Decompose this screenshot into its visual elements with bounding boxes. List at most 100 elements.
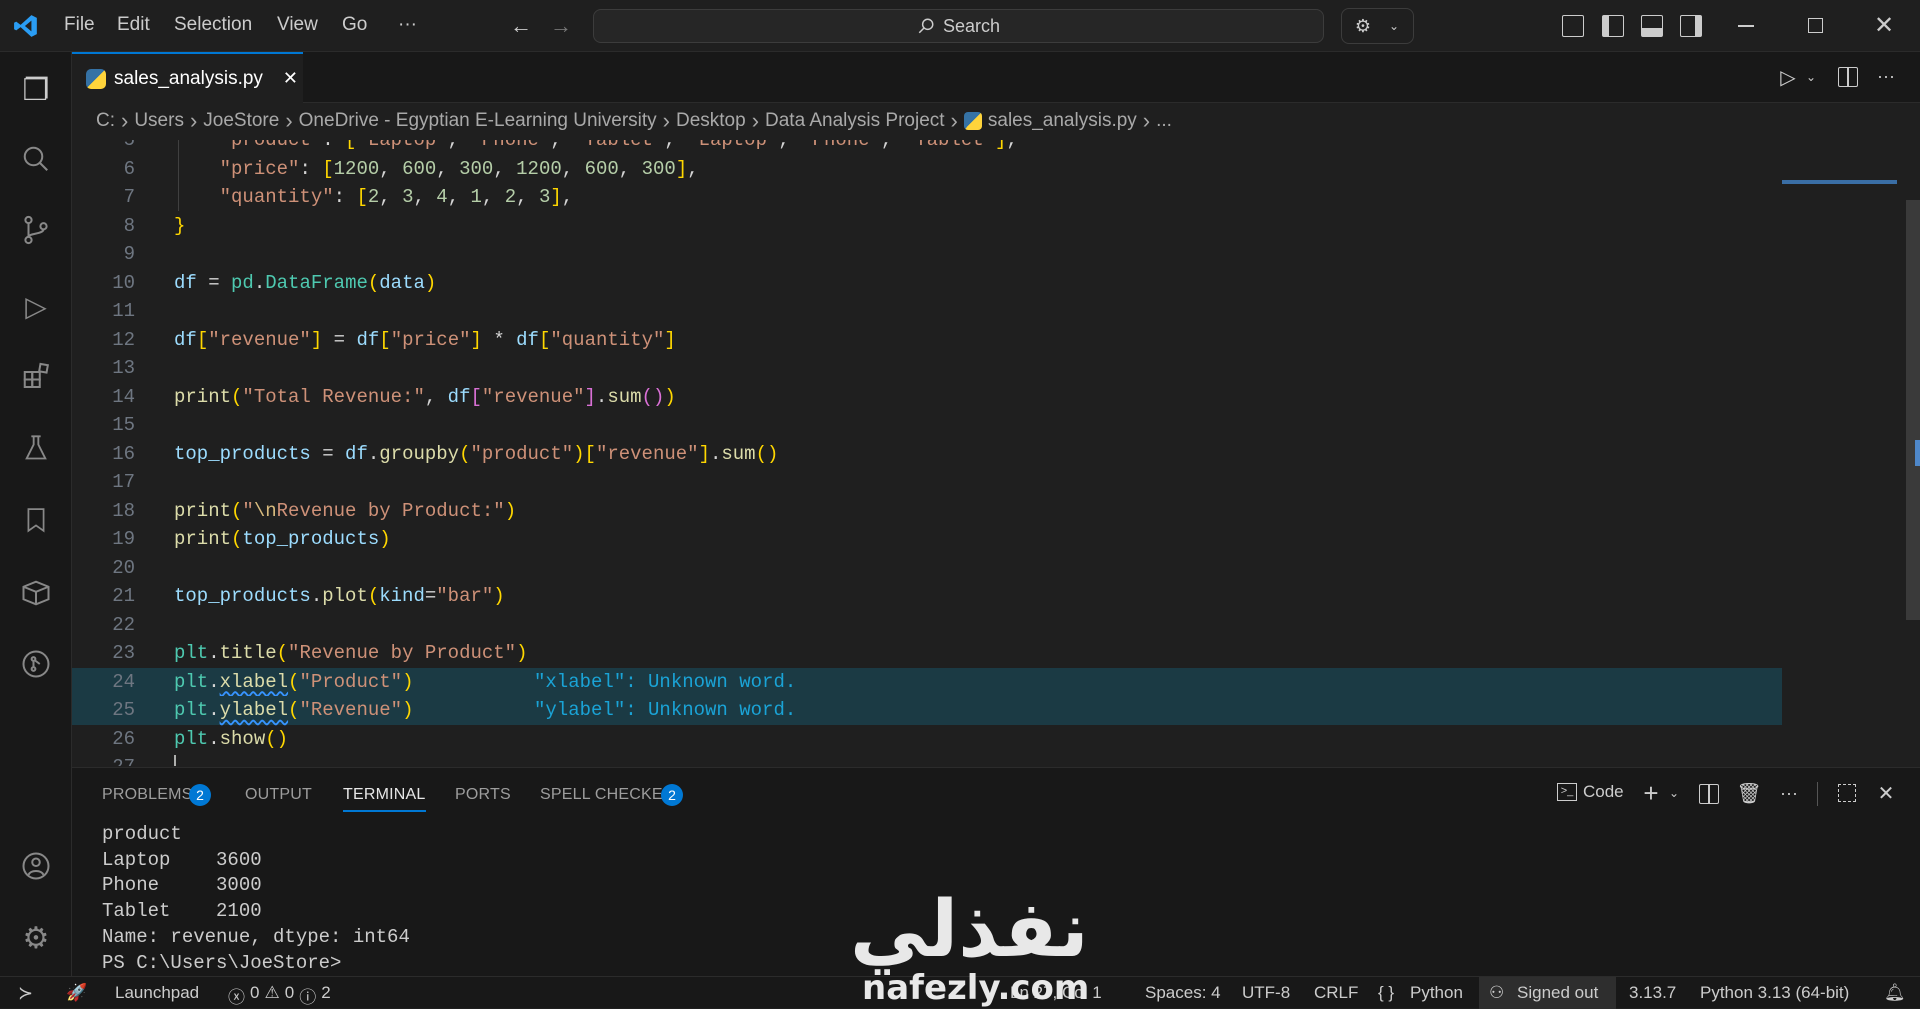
- editor-scrollbar[interactable]: [1906, 200, 1920, 620]
- chevron-right-icon: ›: [1142, 108, 1151, 133]
- language-mode[interactable]: Python: [1410, 983, 1463, 1003]
- code-line[interactable]: 8}: [72, 212, 1782, 241]
- code-line[interactable]: 10 df = pd.DataFrame(data): [72, 269, 1782, 298]
- source-control-icon[interactable]: [18, 212, 54, 248]
- customize-layout-icon[interactable]: [1562, 15, 1584, 37]
- code-token: ": [242, 499, 254, 522]
- problems-status[interactable]: ⓧ 0 ⚠ 0 ⓘ 2: [228, 983, 331, 1008]
- maximize-panel-icon[interactable]: [1838, 784, 1856, 802]
- code-line[interactable]: 18 print("\nRevenue by Product:"): [72, 497, 1782, 526]
- code-line[interactable]: 5 "product": ["Laptop", "Phone", "Tablet…: [72, 140, 1782, 155]
- kill-terminal-trash-icon[interactable]: 🗑: [1736, 780, 1761, 806]
- toggle-panel-icon[interactable]: [1641, 15, 1663, 37]
- notifications-bell-icon[interactable]: 🔔︎: [1884, 983, 1906, 1003]
- close-tab-icon[interactable]: ✕: [283, 68, 298, 89]
- breadcrumb-item[interactable]: sales_analysis.py: [988, 110, 1137, 132]
- search-icon[interactable]: [18, 141, 54, 177]
- code-line[interactable]: 16 top_products = df.groupby("product")["…: [72, 440, 1782, 469]
- code-line[interactable]: 12 df["revenue"] = df["price"] * df["quan…: [72, 326, 1782, 355]
- menu-file[interactable]: File: [64, 14, 95, 36]
- launchpad-label[interactable]: Launchpad: [115, 983, 199, 1003]
- code-token: ,: [436, 157, 460, 180]
- line-ending[interactable]: CRLF: [1314, 983, 1358, 1003]
- code-line[interactable]: 6 "price": [1200, 600, 300, 1200, 600, 3…: [72, 155, 1782, 184]
- tab-terminal[interactable]: TERMINAL: [343, 786, 426, 812]
- git-graph-icon[interactable]: [18, 646, 54, 682]
- code-line[interactable]: 26 plt.show(): [72, 725, 1782, 754]
- terminal-instance[interactable]: >_ Code: [1557, 782, 1624, 802]
- minimize-icon[interactable]: [1738, 25, 1754, 27]
- code-line[interactable]: 19 print(top_products): [72, 525, 1782, 554]
- run-python-icon[interactable]: ▷: [1778, 65, 1798, 89]
- code-line[interactable]: 23 plt.title("Revenue by Product"): [72, 639, 1782, 668]
- code-token: ]: [675, 157, 688, 180]
- more-actions-icon[interactable]: ···: [1777, 780, 1801, 806]
- encoding[interactable]: UTF-8: [1242, 983, 1290, 1003]
- remote-icon[interactable]: ≻: [18, 983, 33, 1004]
- code-line[interactable]: 27: [72, 753, 1782, 766]
- tab-output[interactable]: OUTPUT: [245, 786, 312, 804]
- explorer-icon[interactable]: ❐: [18, 72, 54, 108]
- code-line[interactable]: 22: [72, 611, 1782, 640]
- maximize-icon[interactable]: [1808, 18, 1823, 33]
- run-debug-icon[interactable]: ▷: [18, 288, 54, 324]
- code-line[interactable]: 7 "quantity": [2, 3, 4, 1, 2, 3],: [72, 183, 1782, 212]
- copilot-button[interactable]: ⚙ ⌄: [1341, 8, 1414, 44]
- tab-ports[interactable]: PORTS: [455, 786, 511, 804]
- menu-more[interactable]: ···: [398, 14, 417, 36]
- code-line[interactable]: 11: [72, 297, 1782, 326]
- code-editor[interactable]: 5 "product": ["Laptop", "Phone", "Tablet…: [72, 140, 1920, 766]
- code-line[interactable]: 15: [72, 411, 1782, 440]
- breadcrumb-item[interactable]: C:: [96, 110, 115, 132]
- new-terminal-plus-icon[interactable]: +: [1639, 778, 1663, 808]
- minimap[interactable]: [1782, 140, 1897, 184]
- menu-go[interactable]: Go: [342, 14, 367, 36]
- language-braces-icon: { }: [1378, 983, 1395, 1002]
- settings-gear-icon[interactable]: ⚙: [18, 920, 54, 956]
- launchpad-icon[interactable]: 🚀: [66, 983, 87, 1003]
- code-line[interactable]: 21 top_products.plot(kind="bar"): [72, 582, 1782, 611]
- toggle-primary-sidebar-icon[interactable]: [1602, 15, 1624, 37]
- code-line[interactable]: 13: [72, 354, 1782, 383]
- python-version[interactable]: 3.13.7: [1629, 983, 1676, 1003]
- toggle-secondary-sidebar-icon[interactable]: [1680, 15, 1702, 37]
- split-terminal-icon[interactable]: [1699, 784, 1719, 804]
- search-box[interactable]: Search: [593, 9, 1324, 43]
- breadcrumb-item[interactable]: ...: [1156, 110, 1172, 132]
- code-line[interactable]: 24 plt.xlabel("Product") "xlabel": Unknown…: [72, 667, 1782, 696]
- tab-problems[interactable]: PROBLEMS: [102, 786, 193, 804]
- close-window-icon[interactable]: ✕: [1872, 12, 1896, 39]
- code-line[interactable]: 25 plt.ylabel("Revenue") "ylabel": Unknown…: [72, 696, 1782, 725]
- close-panel-icon[interactable]: ✕: [1875, 780, 1897, 806]
- breadcrumb-item[interactable]: Desktop: [676, 110, 746, 132]
- packages-icon[interactable]: [18, 575, 54, 611]
- run-dropdown-chevron-icon[interactable]: ⌄: [1804, 65, 1818, 89]
- split-editor-icon[interactable]: [1838, 67, 1858, 87]
- account-icon[interactable]: [18, 848, 54, 884]
- menu-edit[interactable]: Edit: [117, 14, 150, 36]
- indentation[interactable]: Spaces: 4: [1145, 983, 1221, 1003]
- testing-flask-icon[interactable]: [18, 430, 54, 466]
- code-line[interactable]: 20: [72, 554, 1782, 583]
- tab-spell-checker[interactable]: SPELL CHECKER: [540, 786, 675, 804]
- breadcrumb-item[interactable]: Data Analysis Project: [765, 110, 945, 132]
- tab-sales-analysis[interactable]: sales_analysis.py ✕: [72, 52, 303, 103]
- bookmark-icon[interactable]: [18, 502, 54, 538]
- account-status[interactable]: ⚇ Signed out: [1479, 977, 1616, 1009]
- breadcrumb-item[interactable]: Users: [134, 110, 184, 132]
- code-line[interactable]: 17: [72, 468, 1782, 497]
- terminal-dropdown-chevron-icon[interactable]: ⌄: [1667, 780, 1681, 806]
- breadcrumb-item[interactable]: OneDrive - Egyptian E-Learning Universit…: [299, 110, 657, 132]
- code-token: ,: [379, 157, 403, 180]
- python-interpreter[interactable]: Python 3.13 (64-bit): [1700, 983, 1849, 1003]
- menu-view[interactable]: View: [277, 14, 318, 36]
- more-actions-icon[interactable]: ···: [1874, 64, 1898, 88]
- extensions-icon[interactable]: [18, 359, 54, 395]
- back-arrow-icon[interactable]: ←: [508, 12, 534, 40]
- code-line[interactable]: 9: [72, 240, 1782, 269]
- code-line[interactable]: 14 print("Total Revenue:", df["revenue"].…: [72, 383, 1782, 412]
- menu-selection[interactable]: Selection: [174, 14, 252, 36]
- forward-arrow-icon[interactable]: →: [548, 12, 574, 40]
- breadcrumb-item[interactable]: JoeStore: [203, 110, 279, 132]
- code-token: (): [265, 727, 289, 750]
